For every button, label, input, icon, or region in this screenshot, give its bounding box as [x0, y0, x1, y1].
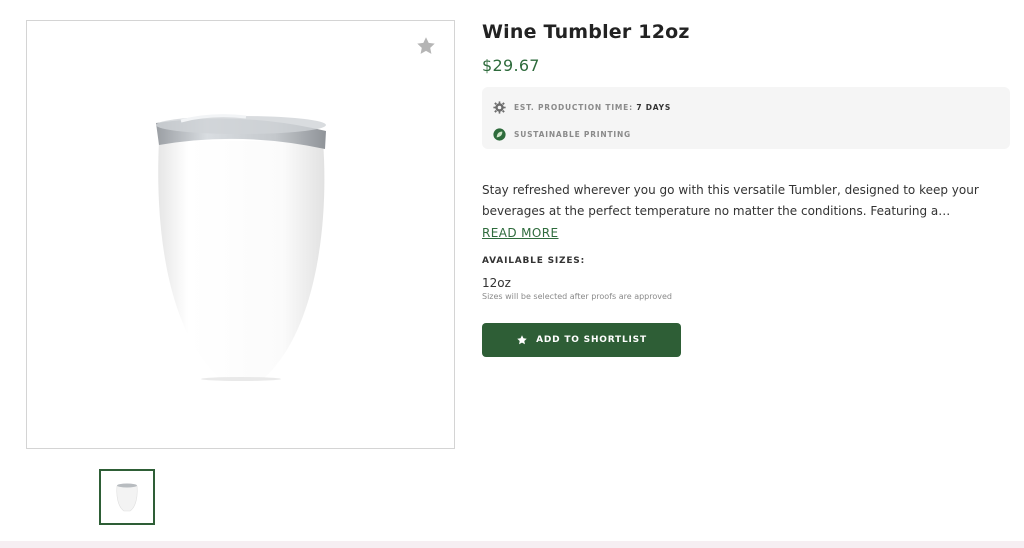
- production-time-label: EST. PRODUCTION TIME:: [514, 102, 633, 112]
- production-time-row: EST. PRODUCTION TIME: 7 DAYS: [493, 96, 1010, 118]
- star-icon: [517, 335, 527, 345]
- star-icon[interactable]: [415, 35, 437, 57]
- tumbler-thumbnail-icon: [116, 483, 138, 512]
- size-note: Sizes will be selected after proofs are …: [482, 292, 672, 301]
- sustainable-printing-label: SUSTAINABLE PRINTING: [514, 129, 632, 139]
- product-image-frame: [26, 20, 455, 449]
- production-time-text: EST. PRODUCTION TIME: 7 DAYS: [514, 103, 671, 112]
- sustainable-printing-row: SUSTAINABLE PRINTING: [493, 123, 1010, 145]
- available-sizes-label: AVAILABLE SIZES:: [482, 256, 585, 266]
- add-to-shortlist-label: ADD TO SHORTLIST: [536, 335, 647, 345]
- product-description: Stay refreshed wherever you go with this…: [482, 183, 979, 218]
- product-info-box: EST. PRODUCTION TIME: 7 DAYS SUSTAINABLE…: [482, 87, 1010, 149]
- add-to-shortlist-button[interactable]: ADD TO SHORTLIST: [482, 323, 681, 357]
- product-title: Wine Tumbler 12oz: [482, 21, 690, 43]
- leaf-icon: [493, 127, 506, 141]
- size-value: 12oz: [482, 276, 511, 290]
- footer-divider: [0, 541, 1024, 548]
- production-time-value: 7 DAYS: [636, 102, 672, 112]
- tumbler-product-image: [156, 114, 326, 381]
- product-details: Wine Tumbler 12oz $29.67 EST. PRODUCTION…: [482, 20, 1010, 357]
- thumbnail-image[interactable]: [99, 469, 155, 525]
- read-more-link[interactable]: READ MORE: [482, 223, 559, 243]
- product-price: $29.67: [482, 56, 540, 75]
- gear-icon: [493, 100, 506, 114]
